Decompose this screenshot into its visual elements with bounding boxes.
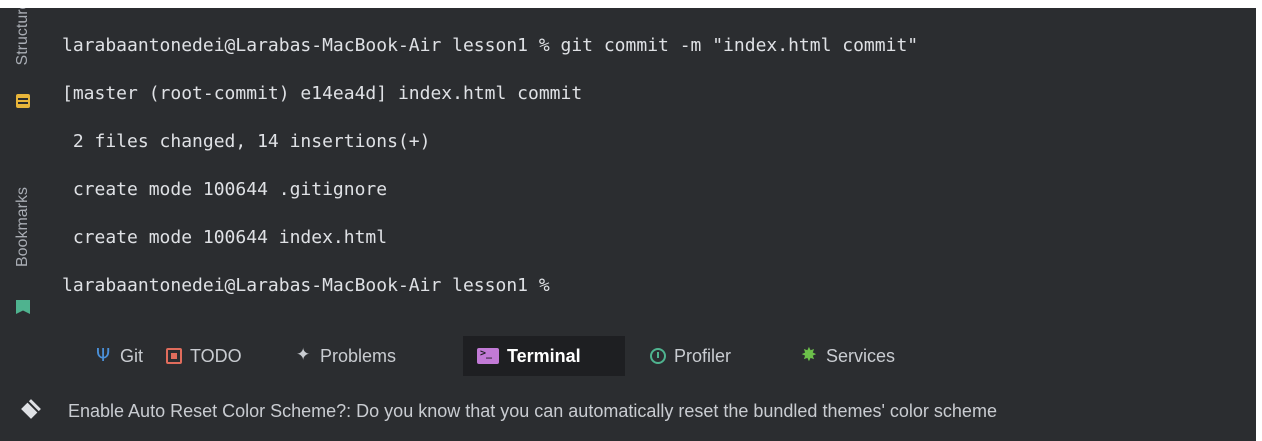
terminal-line: [master (root-commit) e14ea4d] index.htm… (62, 83, 583, 104)
tab-problems[interactable]: Problems (282, 336, 410, 376)
problems-icon (296, 345, 312, 365)
terminal-icon (477, 348, 499, 364)
tab-git[interactable]: Git (82, 336, 157, 376)
layers-icon[interactable] (21, 399, 41, 419)
tab-terminal-label: Terminal (507, 345, 581, 366)
tab-git-label: Git (120, 345, 144, 366)
terminal-line: 2 files changed, 14 insertions(+) (62, 131, 431, 152)
tab-terminal[interactable]: Terminal (463, 336, 625, 376)
status-bar: Enable Auto Reset Color Scheme?: Do you … (0, 390, 1256, 430)
tab-profiler[interactable]: Profiler (636, 336, 745, 376)
tab-profiler-label: Profiler (674, 345, 732, 366)
tab-services[interactable]: Services (788, 336, 909, 376)
tab-todo-label: TODO (190, 345, 242, 366)
structure-icon (16, 94, 30, 108)
tab-services-label: Services (826, 345, 896, 366)
terminal-line: create mode 100644 index.html (62, 227, 388, 248)
structure-tool-tab[interactable]: Structure (0, 8, 46, 118)
profiler-icon (650, 348, 666, 364)
terminal-line: create mode 100644 .gitignore (62, 179, 388, 200)
left-tool-stripe: Structure Bookmarks (0, 8, 46, 328)
bookmarks-tab-label: Bookmarks (14, 186, 31, 268)
terminal-line: larabaantonedei@Larabas-MacBook-Air less… (62, 35, 919, 56)
structure-tab-label: Structure (14, 8, 31, 66)
status-notification[interactable]: Enable Auto Reset Color Scheme?: Do you … (68, 401, 997, 422)
tab-todo[interactable]: TODO (152, 336, 256, 376)
git-branch-icon (96, 345, 112, 366)
ide-window: Structure Bookmarks larabaantonedei@Lara… (0, 8, 1256, 441)
bookmarks-tool-tab[interactable]: Bookmarks (0, 158, 46, 318)
todo-icon (166, 348, 182, 364)
services-icon (801, 344, 818, 366)
terminal-prompt-line[interactable]: larabaantonedei@Larabas-MacBook-Air less… (62, 274, 550, 298)
terminal-output[interactable]: larabaantonedei@Larabas-MacBook-Air less… (46, 8, 1256, 326)
tab-problems-label: Problems (320, 345, 397, 366)
tool-window-bar: Git TODO Problems Terminal Profiler Serv… (0, 326, 1256, 378)
